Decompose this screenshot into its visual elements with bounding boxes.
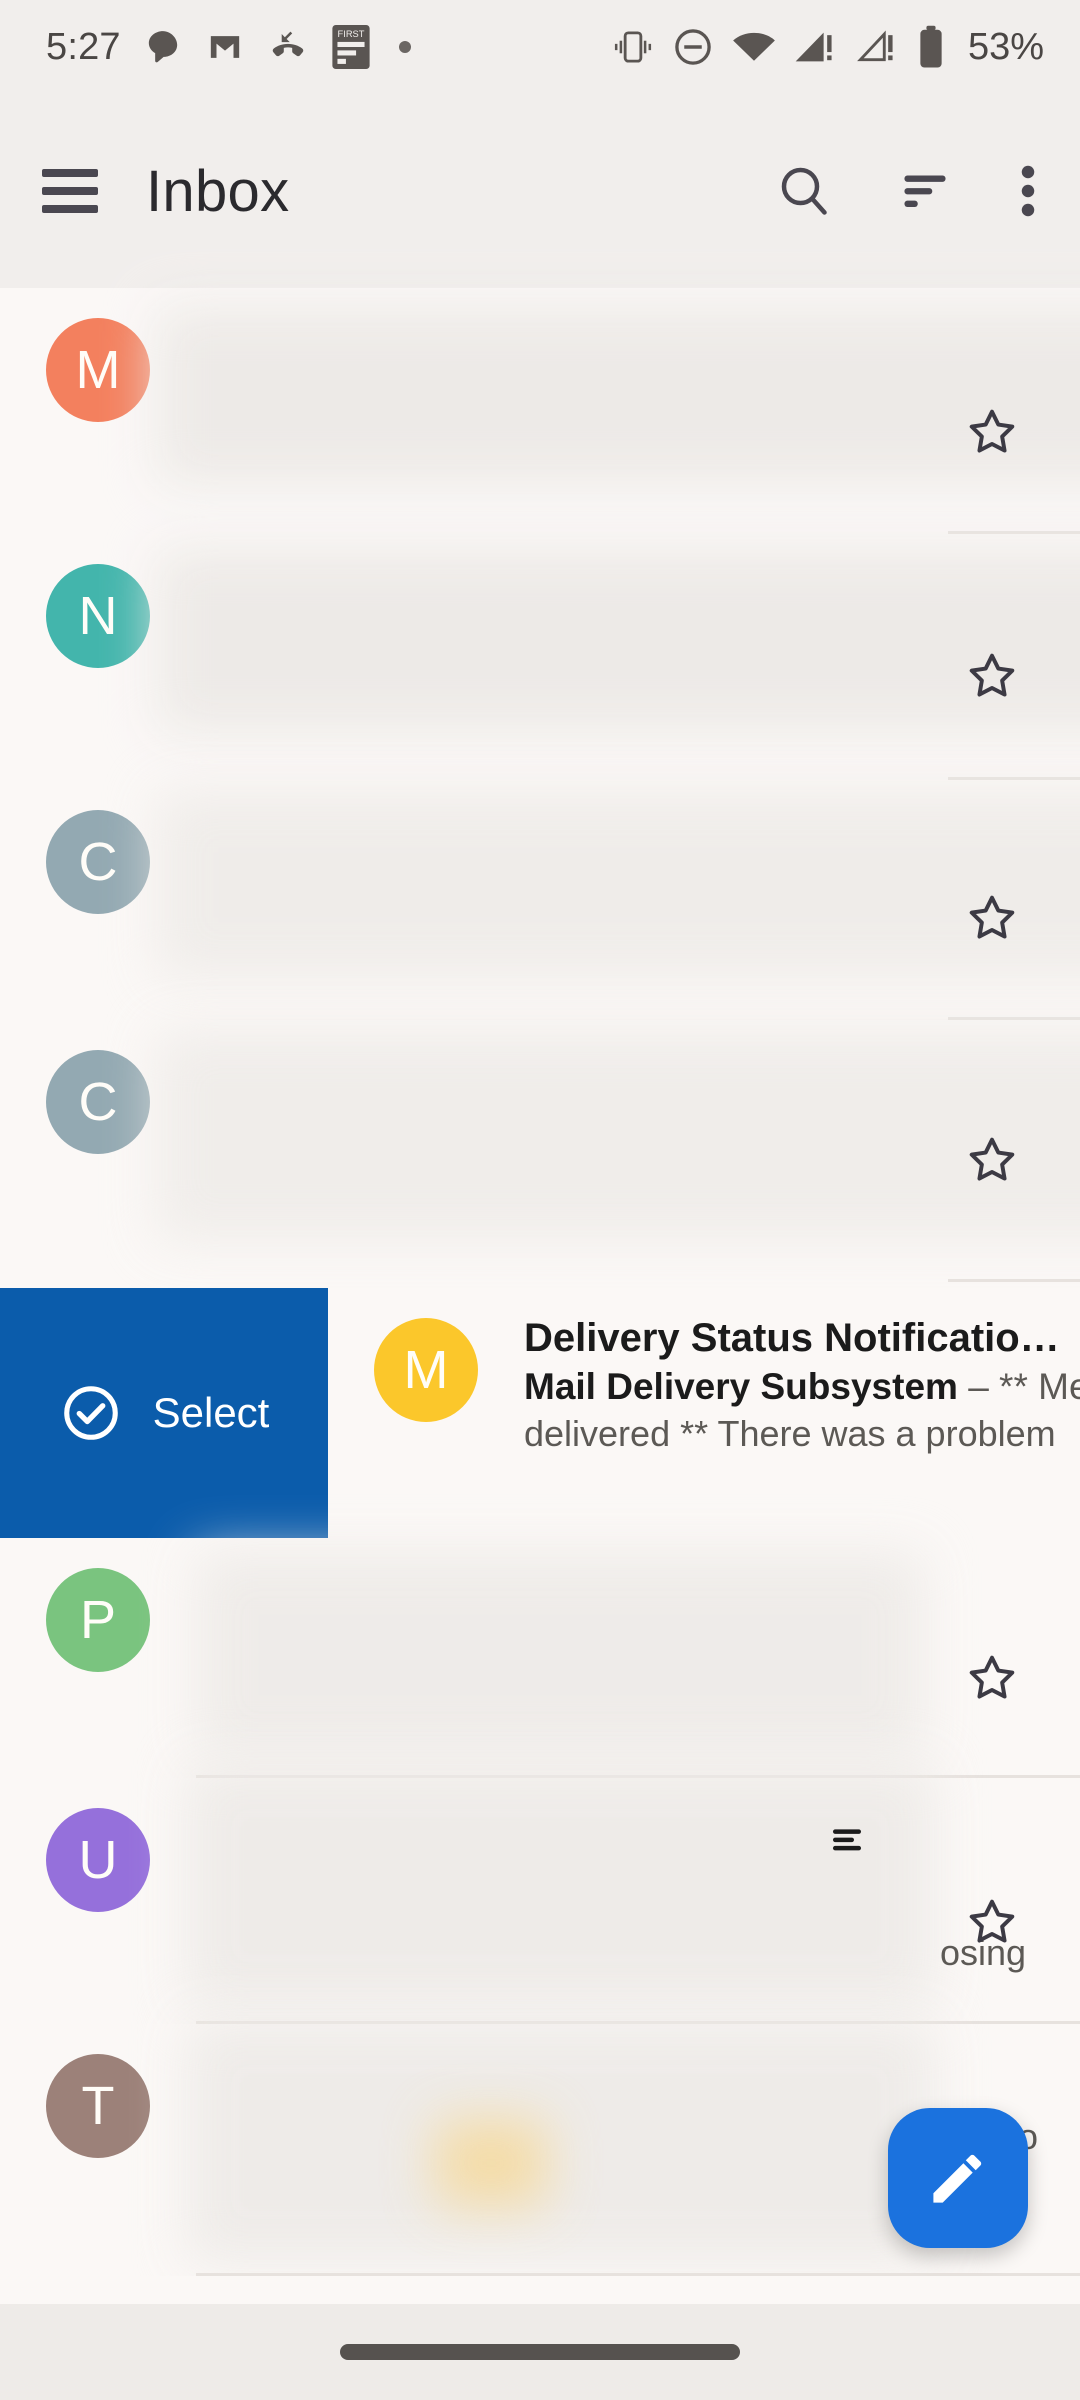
email-content[interactable] [156, 534, 1080, 780]
star-icon[interactable] [964, 890, 1020, 951]
email-content[interactable] [156, 1020, 1080, 1282]
star-icon[interactable] [964, 404, 1020, 465]
attachment-icon [826, 1818, 868, 1860]
list-item[interactable]: C 3 AM [0, 1020, 1080, 1282]
avatar[interactable]: M [46, 318, 150, 422]
pencil-compose-icon [922, 2142, 994, 2214]
email-preview: delivered ** There was a problem [524, 1412, 1056, 1454]
email-snippet-inline: – ** Me [957, 1365, 1080, 1407]
search-icon[interactable] [774, 161, 834, 221]
status-bar-clock: 5:27 [46, 25, 121, 68]
avatar-container[interactable]: U [0, 1778, 196, 2024]
status-bar: 5:27 FIRST 53% [0, 0, 1080, 94]
first-app-icon: FIRST [331, 25, 371, 69]
select-action-button[interactable]: Select [0, 1288, 328, 1538]
more-vert-icon[interactable] [1016, 161, 1040, 221]
star-icon[interactable] [964, 1132, 1020, 1193]
email-content[interactable]: osing [186, 1764, 1080, 2024]
battery-icon [916, 25, 946, 69]
wifi-icon [731, 27, 777, 67]
email-content[interactable] [196, 1538, 1080, 1778]
swiped-list-item[interactable]: Select M Delivery Status Notificatio… Ma… [0, 1288, 1080, 1538]
svg-text:FIRST: FIRST [337, 29, 364, 39]
email-content[interactable] [156, 288, 1080, 534]
gmail-icon [205, 27, 245, 67]
compose-fab-button[interactable] [888, 2108, 1028, 2248]
phone-screen: 5:27 FIRST 53% Inbox M N C C Select M De… [0, 0, 1080, 2400]
avatar[interactable]: M [374, 1318, 478, 1422]
list-item[interactable]: N 5 PM [0, 534, 1080, 780]
avatar-container[interactable]: T [0, 2024, 196, 2276]
chat-bubble-icon [143, 27, 183, 67]
list-item[interactable]: U osing 10:15 AM [0, 1764, 1080, 2024]
check-circle-icon [59, 1381, 123, 1445]
status-bar-right: 53% [611, 25, 1044, 69]
hamburger-menu-icon[interactable] [42, 169, 98, 213]
email-content[interactable]: Delivery Status Notificatio… Mail Delive… [524, 1288, 1080, 1538]
avatar-container[interactable]: M [328, 1288, 524, 1538]
avatar-container[interactable]: P [0, 1538, 196, 1778]
star-icon[interactable] [964, 1650, 1020, 1711]
email-content[interactable] [156, 780, 1080, 1020]
avatar[interactable]: C [46, 810, 150, 914]
do-not-disturb-icon [672, 26, 714, 68]
list-item[interactable]: C 7 PM [0, 780, 1080, 1020]
system-nav-bar [0, 2304, 1080, 2400]
avatar[interactable]: P [46, 1568, 150, 1672]
list-item[interactable]: P … 10:21 AM [0, 1538, 1080, 1778]
battery-percent-label: 53% [967, 25, 1044, 68]
select-action-label: Select [152, 1389, 270, 1436]
signal-sim2-alert-icon [855, 27, 899, 67]
avatar[interactable]: U [46, 1808, 150, 1912]
missed-call-icon [267, 26, 309, 68]
email-card[interactable]: M Delivery Status Notificatio… Mail Deli… [328, 1288, 1080, 1538]
app-bar: Inbox [0, 94, 1080, 288]
avatar[interactable]: N [46, 564, 150, 668]
home-gesture-pill[interactable] [340, 2344, 740, 2360]
app-bar-actions [774, 161, 1040, 221]
overflow-dot-icon [398, 41, 411, 53]
star-icon[interactable] [964, 1894, 1020, 1955]
sort-icon[interactable] [896, 162, 954, 220]
list-item[interactable]: M 5 PM [0, 288, 1080, 534]
star-icon[interactable] [964, 648, 1020, 709]
email-list[interactable]: M 5 PM N [0, 288, 1080, 2400]
page-title: Inbox [146, 158, 290, 224]
status-bar-left: 5:27 FIRST [46, 25, 411, 69]
email-sender: Mail Delivery Subsystem [524, 1365, 958, 1407]
signal-sim1-alert-icon [794, 27, 838, 67]
avatar[interactable]: T [46, 2054, 150, 2158]
vibrate-icon [611, 27, 655, 67]
email-subject: Delivery Status Notificatio… [524, 1316, 1060, 1360]
avatar[interactable]: C [46, 1050, 150, 1154]
email-sender-line: Mail Delivery Subsystem – ** Me [524, 1363, 1080, 1411]
